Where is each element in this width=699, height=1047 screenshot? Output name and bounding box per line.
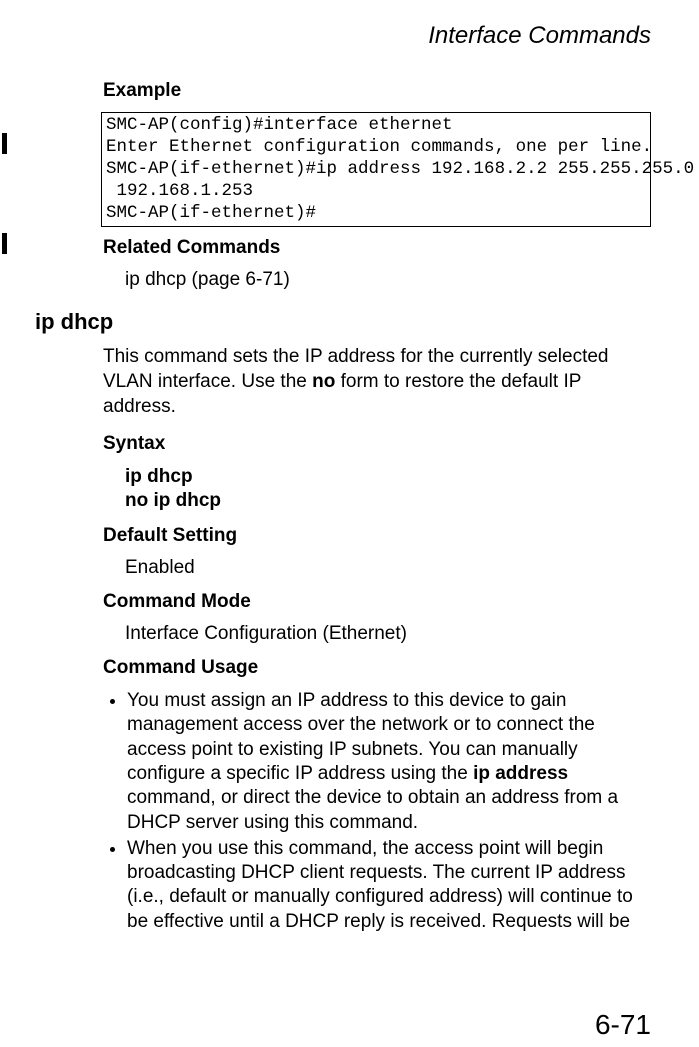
command-description: This command sets the IP address for the… [103,345,651,419]
page: Interface Commands Example SMC-AP(config… [0,0,699,1047]
usage-list: You must assign an IP address to this de… [103,689,651,934]
command-mode-value: Interface Configuration (Ethernet) [103,623,651,645]
default-setting-label: Default Setting [103,525,651,547]
syntax-line-2: no ip dhcp [125,489,651,513]
syntax-lines: ip dhcp no ip dhcp [103,465,651,513]
content-area: Example SMC-AP(config)#interface etherne… [18,80,651,934]
desc-bold: no [312,371,335,392]
command-heading: ip dhcp [35,309,651,335]
usage-text-post: command, or direct the device to obtain … [127,787,618,832]
revision-bar [2,233,7,254]
syntax-line-1: ip dhcp [125,465,651,489]
usage-item: You must assign an IP address to this de… [127,689,651,835]
example-code: SMC-AP(config)#interface ethernet Enter … [101,112,651,227]
page-number: 6-71 [595,1009,651,1041]
page-header: Interface Commands [18,22,651,50]
default-setting-value: Enabled [103,557,651,579]
usage-item: When you use this command, the access po… [127,837,651,934]
related-commands-label: Related Commands [103,237,651,259]
usage-text-pre: When you use this command, the access po… [127,838,633,932]
related-commands-text: ip dhcp (page 6-71) [103,269,651,291]
revision-bar [2,133,7,154]
syntax-label: Syntax [103,433,651,455]
example-label: Example [103,80,651,102]
usage-text-bold: ip address [473,763,568,784]
command-usage-label: Command Usage [103,657,651,679]
command-mode-label: Command Mode [103,591,651,613]
